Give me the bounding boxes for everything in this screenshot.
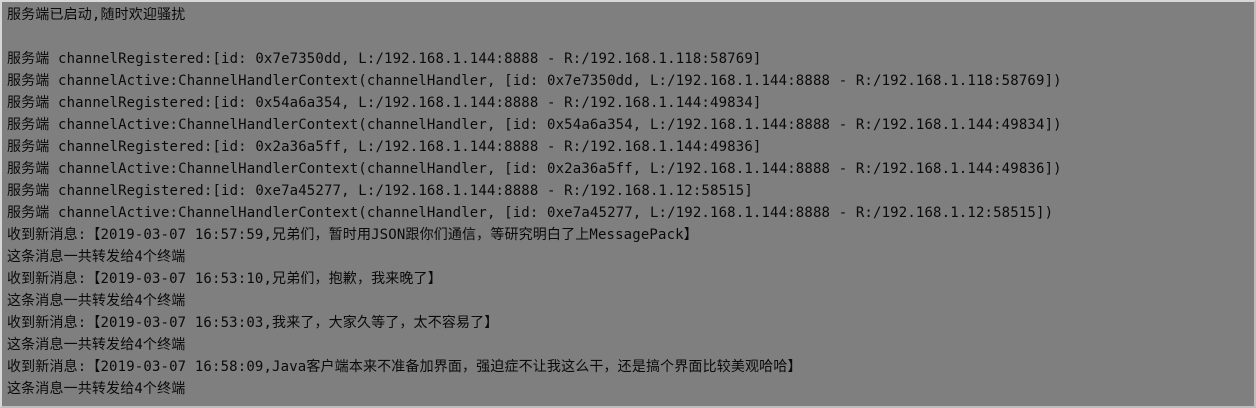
console-line-server-started: 服务端已启动,随时欢迎骚扰 [7,7,186,23]
console-line-channel-registered: 服务端 channelRegistered:[id: 0x7e7350dd, L… [7,51,762,67]
console-line-channel-active: 服务端 channelActive:ChannelHandlerContext(… [7,205,1054,221]
console-line-message-received: 收到新消息:【2019-03-07 16:53:03,我来了，大家久等了，太不容… [7,315,499,331]
console-line-channel-registered: 服务端 channelRegistered:[id: 0xe7a45277, L… [7,183,753,199]
console-line-message-received: 收到新消息:【2019-03-07 16:57:59,兄弟们，暂时用JSON跟你… [7,227,698,243]
console-line-forward-count: 这条消息一共转发给4个终端 [7,293,186,309]
console-line-forward-count: 这条消息一共转发给4个终端 [7,249,186,265]
console-line-forward-count: 这条消息一共转发给4个终端 [7,337,186,353]
console-line-message-received: 收到新消息:【2019-03-07 16:58:09,Java客户端本来不准备加… [7,359,802,375]
console-output-panel[interactable]: 服务端已启动,随时欢迎骚扰 服务端 channelRegistered:[id:… [0,0,1256,408]
console-line-channel-active: 服务端 channelActive:ChannelHandlerContext(… [7,73,1062,89]
console-lines: 服务端已启动,随时欢迎骚扰 服务端 channelRegistered:[id:… [7,4,1254,400]
console-line-channel-registered: 服务端 channelRegistered:[id: 0x54a6a354, L… [7,95,762,111]
console-line-channel-active: 服务端 channelActive:ChannelHandlerContext(… [7,117,1062,133]
console-line-message-received: 收到新消息:【2019-03-07 16:53:10,兄弟们，抱歉，我来晚了】 [7,271,442,287]
console-line-forward-count: 这条消息一共转发给4个终端 [7,381,186,397]
console-line-channel-active: 服务端 channelActive:ChannelHandlerContext(… [7,161,1062,177]
console-line-channel-registered: 服务端 channelRegistered:[id: 0x2a36a5ff, L… [7,139,762,155]
